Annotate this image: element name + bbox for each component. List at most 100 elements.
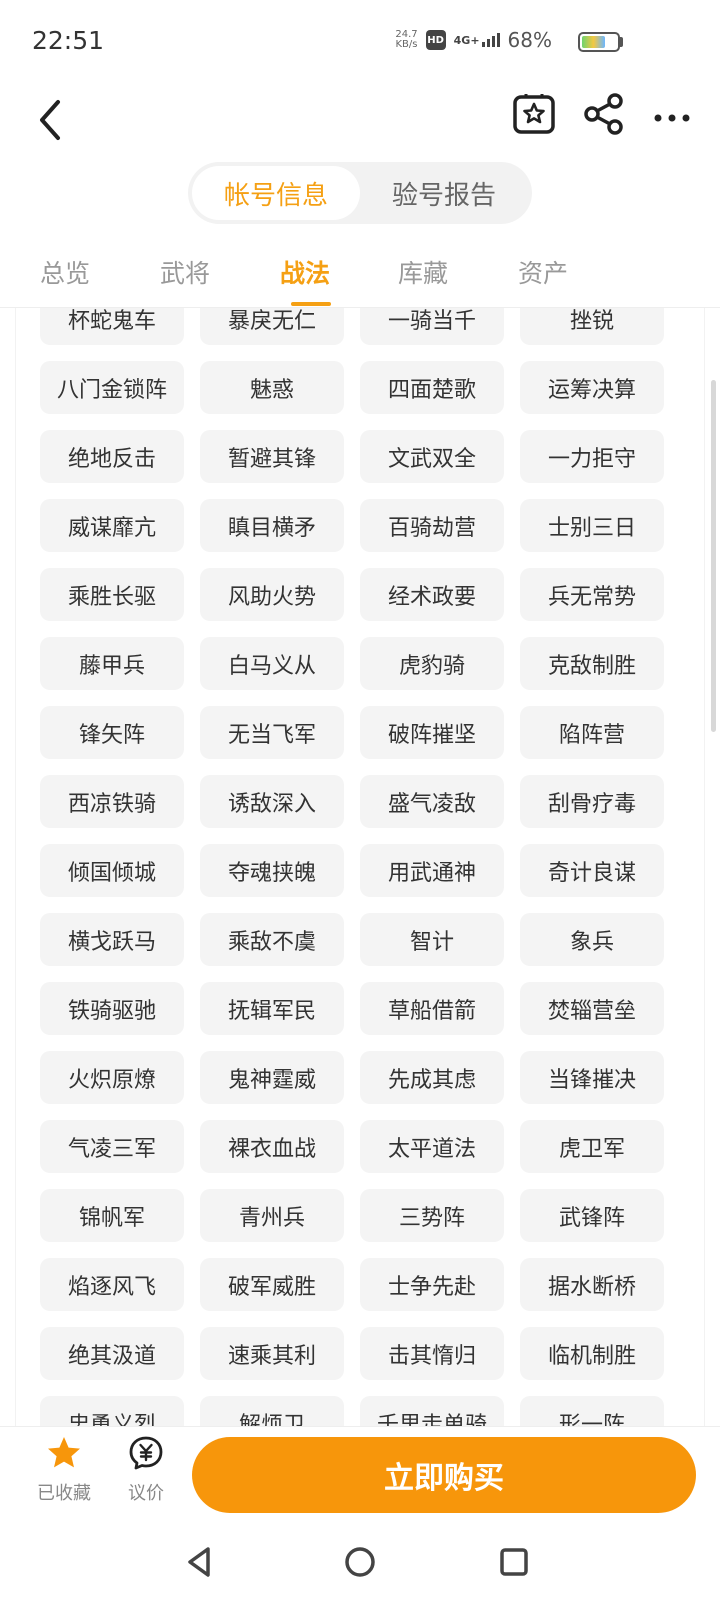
skill-chip[interactable]: 威谋靡亢 [40,499,184,552]
skill-chip[interactable]: 破军威胜 [200,1258,344,1311]
skill-chip[interactable]: 乘敌不虞 [200,913,344,966]
skill-chip[interactable]: 据水断桥 [520,1258,664,1311]
skill-chip[interactable]: 太平道法 [360,1120,504,1173]
skill-chip[interactable]: 暴戾无仁 [200,308,344,345]
skill-chip[interactable]: 解烦卫 [200,1396,344,1426]
skill-chip[interactable]: 智计 [360,913,504,966]
skill-chip[interactable]: 四面楚歌 [360,361,504,414]
skill-chip[interactable]: 瞋目横矛 [200,499,344,552]
bargain-button[interactable]: 议价 [106,1435,186,1505]
skill-chip[interactable]: 先成其虑 [360,1051,504,1104]
back-triangle-icon [188,1547,210,1577]
favorited-button[interactable]: 已收藏 [24,1435,104,1505]
skill-chip[interactable]: 三势阵 [360,1189,504,1242]
skill-chip[interactable]: 经术政要 [360,568,504,621]
hd-icon: HD [425,30,446,50]
skill-chip[interactable]: 火炽原燎 [40,1051,184,1104]
skill-chip[interactable]: 绝地反击 [40,430,184,483]
more-button[interactable] [650,92,694,136]
skill-chip[interactable]: 破阵摧坚 [360,706,504,759]
skill-chip[interactable]: 虎卫军 [520,1120,664,1173]
skill-chip[interactable]: 克敌制胜 [520,637,664,690]
skill-chip[interactable]: 运筹决算 [520,361,664,414]
recent-square-icon [500,1548,528,1576]
segment-account-info[interactable]: 帐号信息 [192,166,360,220]
skill-chip[interactable]: 西凉铁骑 [40,775,184,828]
skill-chip[interactable]: 倾国倾城 [40,844,184,897]
status-icons: 24.7 KB/s HD 4G+ 68% [395,28,552,52]
skill-chip[interactable]: 暂避其锋 [200,430,344,483]
share-button[interactable] [582,92,626,136]
skill-chip[interactable]: 文武双全 [360,430,504,483]
skill-chip[interactable]: 士争先赴 [360,1258,504,1311]
skill-chip[interactable]: 一力拒守 [520,430,664,483]
skill-chip[interactable]: 青州兵 [200,1189,344,1242]
skill-chip[interactable]: 忠勇义烈 [40,1396,184,1426]
skill-chip[interactable]: 藤甲兵 [40,637,184,690]
skill-chip[interactable]: 百骑劫营 [360,499,504,552]
skill-chip[interactable]: 士别三日 [520,499,664,552]
tab-storage[interactable]: 库藏 [398,254,448,290]
skill-chip[interactable]: 锋矢阵 [40,706,184,759]
segment-control: 帐号信息 验号报告 [188,162,532,224]
skill-chip[interactable]: 乘胜长驱 [40,568,184,621]
status-time: 22:51 [32,26,105,55]
more-icon [654,114,690,122]
bottom-action-bar: 已收藏 议价 立即购买 [0,1426,720,1522]
skill-chip[interactable]: 气凌三军 [40,1120,184,1173]
share-icon [584,93,623,135]
skill-chip[interactable]: 风助火势 [200,568,344,621]
skill-chip[interactable]: 抚辑军民 [200,982,344,1035]
skill-chip[interactable]: 形一阵 [520,1396,664,1426]
skill-chip[interactable]: 陷阵营 [520,706,664,759]
skill-chip[interactable]: 诱敌深入 [200,775,344,828]
skill-chip[interactable]: 武锋阵 [520,1189,664,1242]
skill-chip[interactable]: 横戈跃马 [40,913,184,966]
skill-chip[interactable]: 焰逐风飞 [40,1258,184,1311]
skill-chip[interactable]: 挫锐 [520,308,664,345]
tab-skills[interactable]: 战法 [280,254,330,290]
skill-chip[interactable]: 当锋摧决 [520,1051,664,1104]
back-button[interactable] [28,96,76,144]
favorite-button[interactable] [512,92,556,136]
skill-chip[interactable]: 锦帆军 [40,1189,184,1242]
skill-chip[interactable]: 八门金锁阵 [40,361,184,414]
skill-chip[interactable]: 一骑当千 [360,308,504,345]
active-tab-indicator [291,302,331,306]
skill-chip[interactable]: 草船借箭 [360,982,504,1035]
skill-chip[interactable]: 无当飞军 [200,706,344,759]
tab-overview[interactable]: 总览 [40,254,90,290]
skill-chip[interactable]: 兵无常势 [520,568,664,621]
skill-chip[interactable]: 绝其汲道 [40,1327,184,1380]
skill-chip[interactable]: 奇计良谋 [520,844,664,897]
skill-chip[interactable]: 虎豹骑 [360,637,504,690]
system-back-button[interactable] [180,1542,220,1582]
system-recents-button[interactable] [494,1542,534,1582]
skill-chip[interactable]: 盛气凌敌 [360,775,504,828]
segment-inspection-report[interactable]: 验号报告 [360,166,528,220]
skill-chip[interactable]: 千里走单骑 [360,1396,504,1426]
battery-percent: 68% [507,28,552,52]
skill-chip[interactable]: 击其惰归 [360,1327,504,1380]
category-tabs: 总览 武将 战法 库藏 资产 [0,240,720,308]
buy-now-button[interactable]: 立即购买 [192,1437,696,1513]
skill-chip[interactable]: 夺魂挟魄 [200,844,344,897]
tab-generals[interactable]: 武将 [160,254,210,290]
skill-chip[interactable]: 焚辎营垒 [520,982,664,1035]
skill-chip[interactable]: 刮骨疗毒 [520,775,664,828]
skill-chip[interactable]: 杯蛇鬼车 [40,308,184,345]
skill-chip[interactable]: 铁骑驱驰 [40,982,184,1035]
system-home-button[interactable] [340,1542,380,1582]
skill-chip[interactable]: 鬼神霆威 [200,1051,344,1104]
scrollbar[interactable] [711,380,716,732]
skill-chip[interactable]: 裸衣血战 [200,1120,344,1173]
skill-chip[interactable]: 用武通神 [360,844,504,897]
skill-chip[interactable]: 速乘其利 [200,1327,344,1380]
signal-icon: 4G+ [454,33,500,47]
skill-chip[interactable]: 临机制胜 [520,1327,664,1380]
tab-assets[interactable]: 资产 [518,254,568,290]
skill-chip[interactable]: 魅惑 [200,361,344,414]
skill-chip[interactable]: 象兵 [520,913,664,966]
skill-chip[interactable]: 白马义从 [200,637,344,690]
skills-list[interactable]: 杯蛇鬼车 暴戾无仁 一骑当千 挫锐八门金锁阵 魅惑 四面楚歌 运筹决算绝地反击 暂避其锋 文武双… [15,308,705,1426]
